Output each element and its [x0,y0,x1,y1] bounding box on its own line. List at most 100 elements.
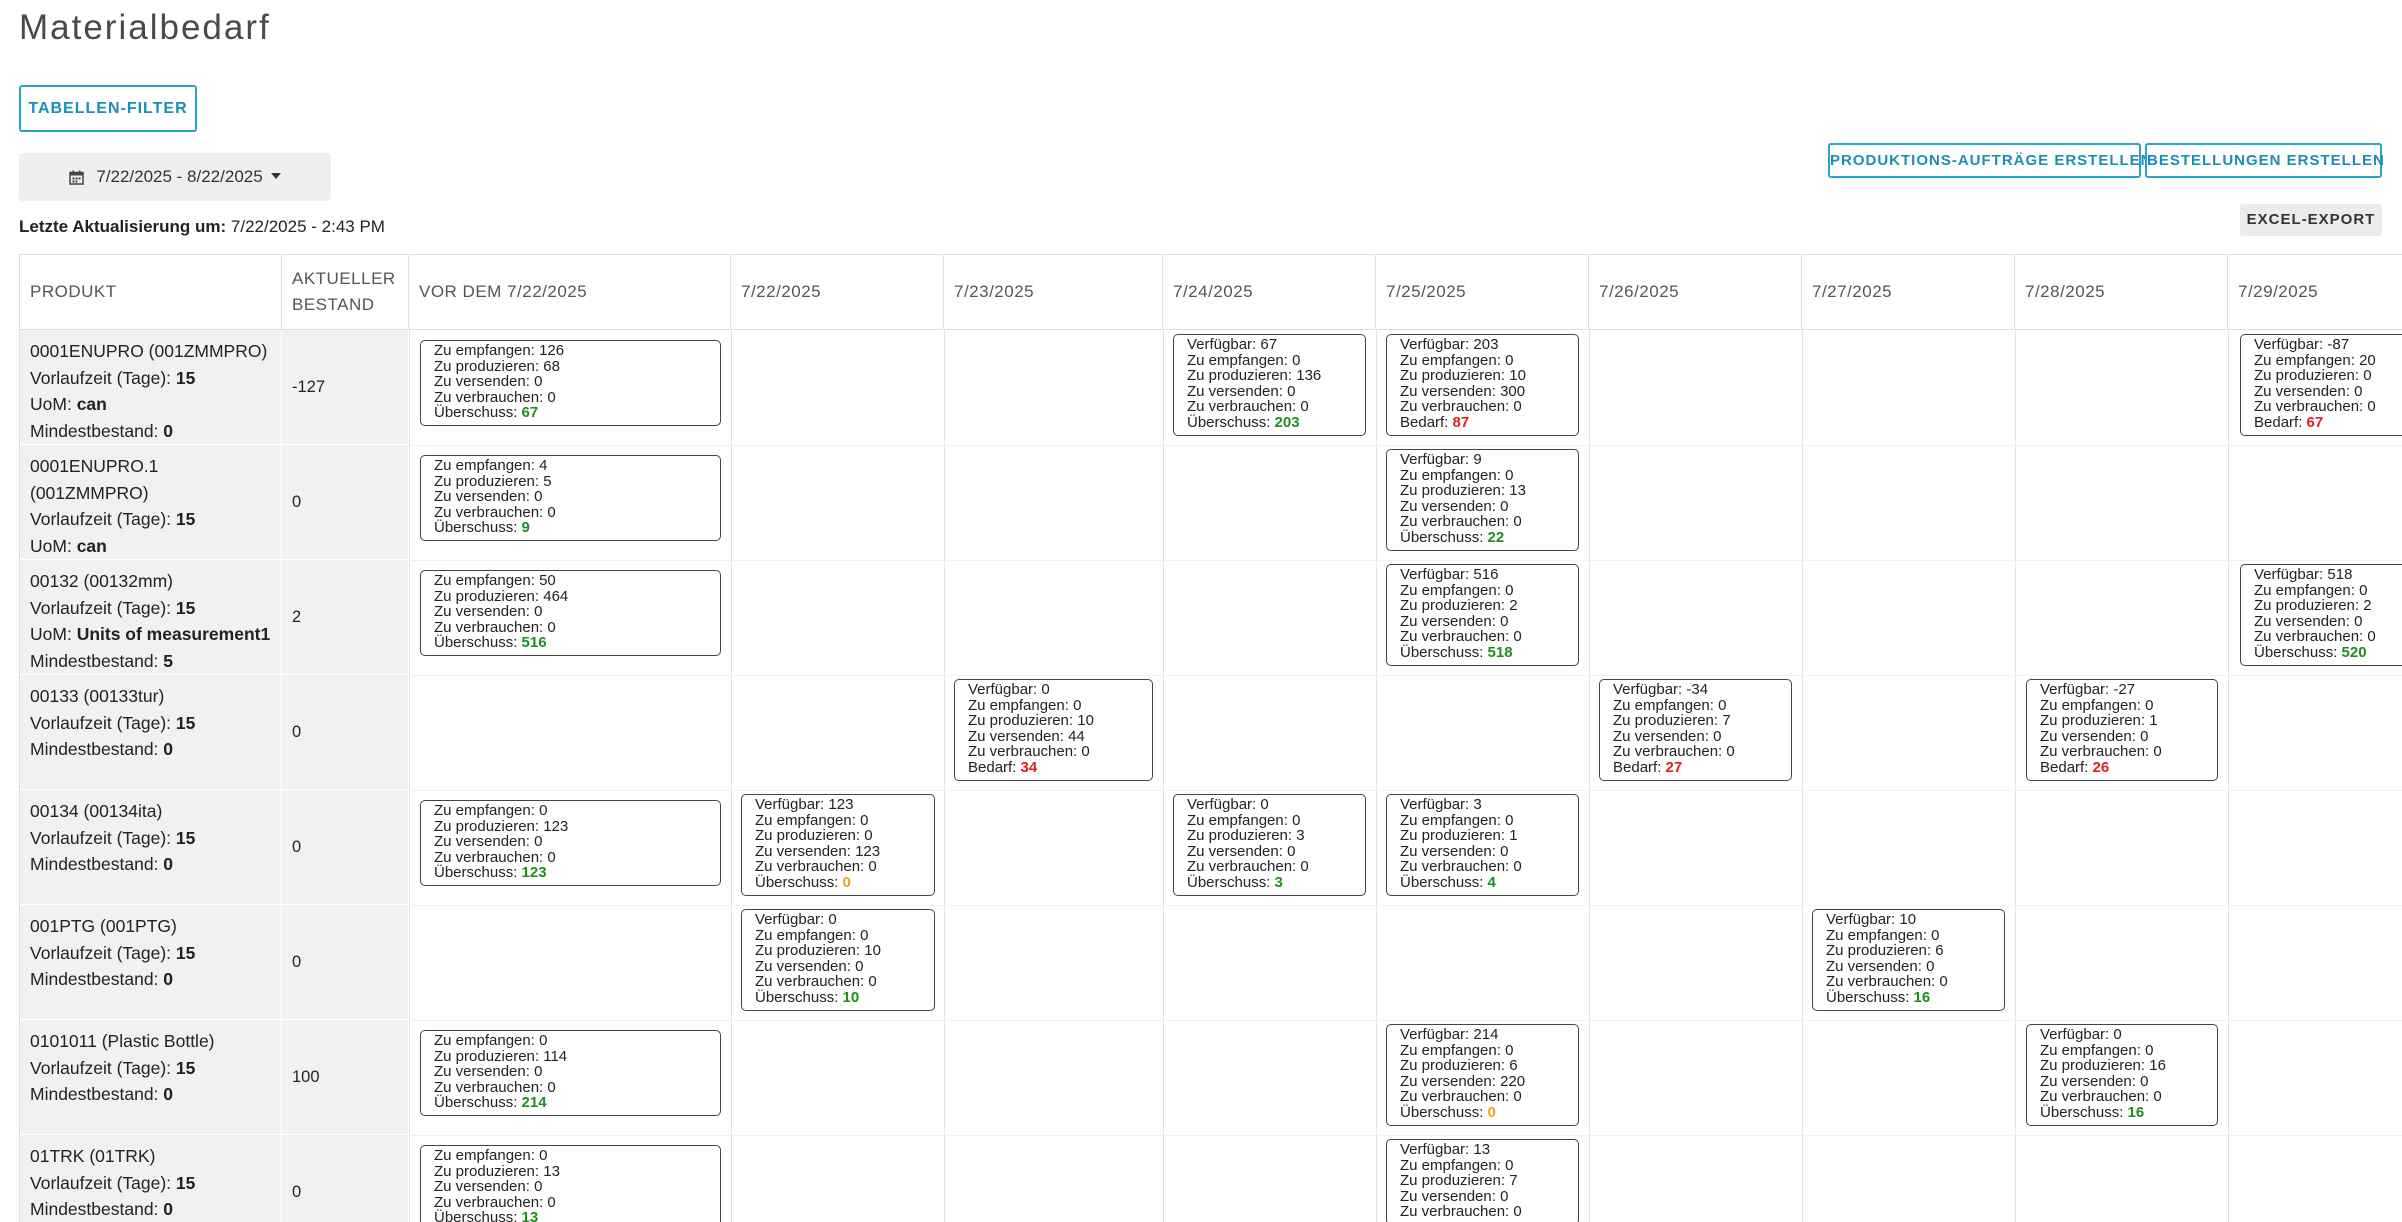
requirement-box[interactable]: Verfügbar: -87 Zu empfangen: 20 Zu produzi… [2240,334,2402,436]
box-line-ship: Zu versenden: 0 [434,374,707,390]
header-stock[interactable]: AKTUELLER BESTAND [282,255,409,330]
header-stock-label: AKTUELLER BESTAND [292,266,396,318]
box-label-consume: Zu verbrauchen: [2254,398,2364,416]
header-date: 7/23/2025 [944,255,1163,330]
product-lead-time: Vorlaufzeit (Tage): 15 [30,940,271,967]
box-line-produce: Zu produzieren: 10 [1400,368,1565,384]
box-label-receive: Zu empfangen: [1400,581,1501,599]
product-cell[interactable]: 00133 (00133tur) Vorlaufzeit (Tage): 15 Mi… [20,675,281,790]
box-value-consume: 0 [1513,628,1522,646]
box-label-produce: Zu produzieren: [434,357,540,375]
product-lead-time: Vorlaufzeit (Tage): 15 [30,365,271,392]
box-label-available: Verfügbar: [1400,451,1470,468]
requirement-box[interactable]: Verfügbar: 516 Zu empfangen: 0 Zu produzie… [1386,564,1579,666]
requirement-box[interactable]: Zu empfangen: 0 Zu produzieren: 123 Zu ver… [420,800,721,886]
requirement-box[interactable]: Verfügbar: 67 Zu empfangen: 0 Zu produzier… [1173,334,1366,436]
min-stock-value: 0 [163,854,174,874]
create-purchase-orders-button[interactable]: BESTELLUNGEN ERSTELLEN [2145,143,2384,178]
box-label-surplus: Überschuss: [1400,528,1484,546]
box-line-available: Verfügbar: 9 [1400,452,1565,468]
header-date-label: 7/22/2025 [741,282,822,301]
box-label-surplus: Überschuss: [434,634,518,652]
product-cell[interactable]: 0001ENUPRO (001ZMMPRO) Vorlaufzeit (Tage)… [20,330,281,445]
requirement-box[interactable]: Verfügbar: -27 Zu empfangen: 0 Zu produzie… [2026,679,2218,781]
excel-export-button[interactable]: EXCEL-EXPORT [2240,204,2382,236]
box-line-ship: Zu versenden: 220 [1400,1072,1565,1090]
create-production-orders-button[interactable]: PRODUKTIONS-AUFTRÄGE ERSTELLEN [1828,143,2152,178]
stock-cell: 0 [282,445,408,560]
min-stock-value: 0 [163,739,174,759]
box-value-produce: 1 [2149,712,2158,730]
box-label-receive: Zu empfangen: [434,1147,535,1164]
box-line-consume: Zu verbrauchen: 0 [1400,514,1565,530]
box-value-available: 203 [1473,336,1499,353]
row-divider [409,675,2402,676]
box-label-receive: Zu empfangen: [2254,351,2355,369]
product-cell[interactable]: 01TRK (01TRK) Vorlaufzeit (Tage): 15 Minde… [20,1135,281,1222]
box-value-consume: 0 [1513,1088,1522,1106]
box-line-available: Verfügbar: 123 [755,797,921,813]
box-value-consume: 0 [547,848,556,866]
box-line-available: Verfügbar: 13 [1400,1142,1565,1158]
last-update-label: Letzte Aktualisierung um: [19,217,227,236]
header-product[interactable]: PRODUKT [20,255,282,330]
box-label-receive: Zu empfangen: [1187,351,1288,369]
box-value-available: 13 [1473,1141,1491,1158]
box-label-surplus: Überschuss: [434,864,518,882]
requirement-box[interactable]: Verfügbar: 3 Zu empfangen: 0 Zu produziere… [1386,794,1579,896]
box-line-produce: Zu produzieren: 16 [2040,1058,2204,1074]
box-label-produce: Zu produzieren: [1613,712,1719,730]
box-value-receive: 0 [1718,696,1727,714]
box-line-receive: Zu empfangen: 0 [1400,1157,1565,1174]
requirement-box[interactable]: Zu empfangen: 126 Zu produzieren: 68 Zu ve… [420,340,721,426]
box-label-available: Verfügbar: [1187,336,1257,353]
product-cell[interactable]: 00132 (00132mm) Vorlaufzeit (Tage): 15 UoM… [20,560,281,675]
product-name-text: 00132 (00132mm) [30,571,173,591]
box-value-produce: 7 [1509,1172,1518,1190]
requirement-box[interactable]: Zu empfangen: 4 Zu produzieren: 5 Zu verse… [420,455,721,541]
requirement-box[interactable]: Verfügbar: 0 Zu empfangen: 0 Zu produziere… [741,909,935,1011]
box-line-consume: Zu verbrauchen: 0 [2254,399,2402,415]
requirement-box[interactable]: Zu empfangen: 0 Zu produzieren: 13 Zu vers… [420,1145,721,1222]
requirement-box[interactable]: Zu empfangen: 50 Zu produzieren: 464 Zu ve… [420,570,721,656]
box-line-receive: Zu empfangen: 0 [434,1148,707,1164]
box-label-ship: Zu versenden: [1400,1072,1496,1090]
box-line-demand: Bedarf: 67 [2254,415,2402,431]
product-cell[interactable]: 00134 (00134ita) Vorlaufzeit (Tage): 15 Mi… [20,790,281,905]
requirement-box[interactable]: Verfügbar: 214 Zu empfangen: 0 Zu produzie… [1386,1024,1579,1126]
requirement-box[interactable]: Verfügbar: 518 Zu empfangen: 0 Zu produzie… [2240,564,2402,666]
product-cell[interactable]: 001PTG (001PTG) Vorlaufzeit (Tage): 15 Min… [20,905,281,1020]
requirement-box[interactable]: Verfügbar: 203 Zu empfangen: 0 Zu produzie… [1386,334,1579,436]
box-value-produce: 10 [864,942,881,960]
box-label-consume: Zu verbrauchen: [1400,858,1510,876]
box-value-produce: 123 [543,817,569,835]
stock-cell: 0 [282,905,408,1020]
requirement-box[interactable]: Zu empfangen: 0 Zu produzieren: 114 Zu ver… [420,1030,721,1116]
box-line-receive: Zu empfangen: 0 [2040,1042,2204,1059]
requirement-box[interactable]: Verfügbar: 0 Zu empfangen: 0 Zu produziere… [1173,794,1366,896]
requirement-box[interactable]: Verfügbar: -34 Zu empfangen: 0 Zu produzie… [1599,679,1792,781]
date-range-picker[interactable]: 7/22/2025 - 8/22/2025 [19,153,331,201]
requirement-box[interactable]: Verfügbar: 9 Zu empfangen: 0 Zu produziere… [1386,449,1579,551]
requirement-box[interactable]: Verfügbar: 0 Zu empfangen: 0 Zu produziere… [2026,1024,2218,1126]
box-line-ship: Zu versenden: 300 [1400,383,1565,400]
box-line-receive: Zu empfangen: 4 [434,458,707,474]
box-label-available: Verfügbar: [755,911,825,928]
requirement-box[interactable]: Verfügbar: 13 Zu empfangen: 0 Zu produzier… [1386,1139,1579,1222]
lead-time-label: Vorlaufzeit (Tage): [30,1057,172,1078]
box-value-ship: 0 [2354,612,2363,630]
row-divider [409,560,2402,561]
box-value-ship: 0 [534,603,543,621]
header-date: 7/26/2025 [1589,255,1802,330]
box-label-ship: Zu versenden: [1400,1187,1496,1205]
product-cell[interactable]: 0101011 (Plastic Bottle) Vorlaufzeit (Tag… [20,1020,281,1135]
box-value-ship: 0 [1500,497,1509,515]
requirement-box[interactable]: Verfügbar: 123 Zu empfangen: 0 Zu produzie… [741,794,935,896]
table-filter-button[interactable]: TABELLEN-FILTER [19,85,197,132]
box-line-produce: Zu produzieren: 464 [434,588,707,605]
requirement-box[interactable]: Verfügbar: 0 Zu empfangen: 0 Zu produziere… [954,679,1153,781]
box-label-produce: Zu produzieren: [1400,482,1506,500]
requirement-box[interactable]: Verfügbar: 10 Zu empfangen: 0 Zu produzier… [1812,909,2005,1011]
calendar-icon [69,170,85,185]
product-cell[interactable]: 0001ENUPRO.1 (001ZMMPRO) Vorlaufzeit (Tag… [20,445,281,582]
